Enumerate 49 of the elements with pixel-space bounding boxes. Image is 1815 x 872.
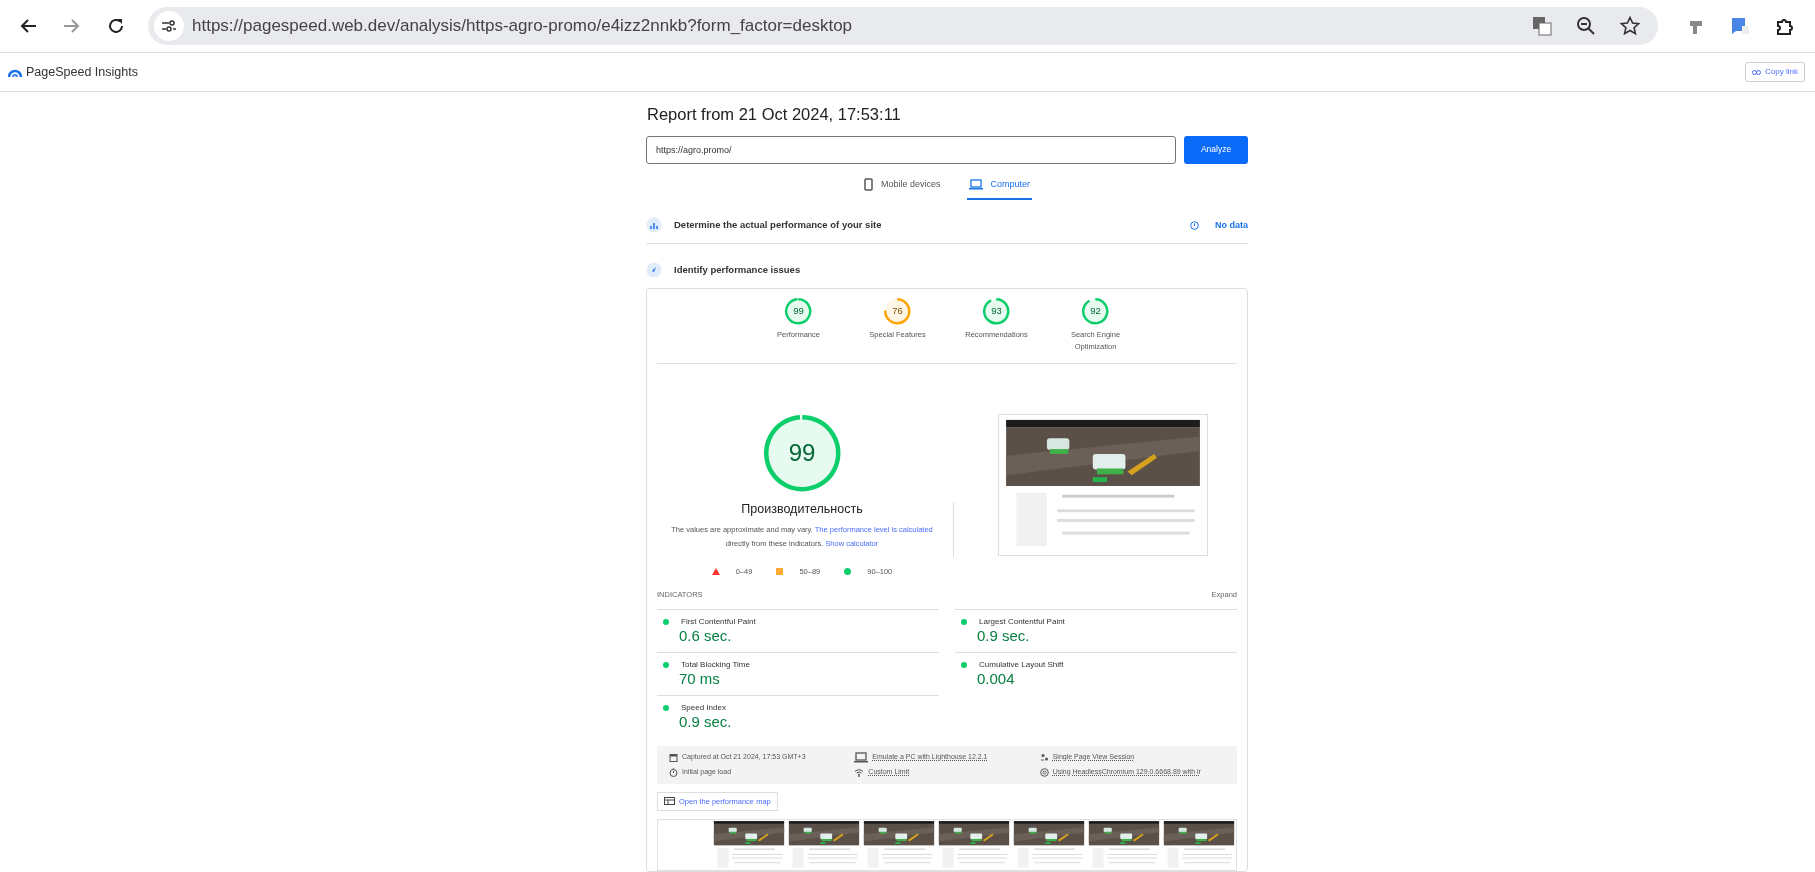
stopwatch-icon: [669, 767, 678, 777]
copy-link-button[interactable]: Copy link: [1745, 62, 1805, 82]
wifi-icon: [854, 767, 865, 777]
info-icon: [1190, 220, 1199, 230]
zoom-out-icon[interactable]: [1576, 16, 1596, 36]
app-title: PageSpeed Insights: [26, 63, 138, 81]
score-value: 93: [991, 306, 1002, 316]
address-bar[interactable]: https://pagespeed.web.dev/analysis/https-agro-promo/e4izz2nnkb?form_factor=desktop: [148, 7, 1658, 45]
metric-name: Total Blocking Time: [681, 658, 750, 671]
square-icon: [776, 568, 784, 576]
reload-icon: [107, 17, 125, 35]
link-icon: [1752, 69, 1762, 75]
calendar-icon: [669, 752, 678, 762]
analyze-button[interactable]: Analyze: [1184, 135, 1248, 164]
globe-icon: [1039, 767, 1049, 777]
puzzle-icon[interactable]: [1774, 16, 1794, 36]
table-icon: [664, 797, 675, 806]
score-value: 76: [892, 306, 903, 316]
section-title: Determine the actual performance of your site: [674, 218, 883, 233]
laptop-icon: [968, 178, 983, 190]
url-text: https://pagespeed.web.dev/analysis/https-agro-promo/e4izz2nnkb?form_factor=desktop: [192, 15, 854, 38]
device-tab[interactable]: Mobile devices: [861, 171, 943, 200]
metric-name: First Contentful Paint: [681, 615, 756, 628]
forward-arrow-icon: [63, 18, 81, 34]
circle-icon: [844, 568, 852, 576]
metric-value: 70 ms: [679, 670, 721, 686]
score-value: 99: [793, 306, 804, 316]
laptop-icon: [854, 751, 869, 763]
back-arrow-icon: [19, 18, 37, 34]
report-title: Report from 21 Oct 2024, 17:53:11: [647, 104, 902, 125]
metric-value: 0.6 sec.: [679, 627, 733, 643]
section-title: Identify performance issues: [674, 262, 802, 277]
triangle-icon: [711, 568, 720, 576]
metric-name: Speed Index: [681, 701, 726, 714]
metric-value: 0.9 sec.: [679, 713, 733, 729]
star-icon[interactable]: [1620, 16, 1640, 36]
url-field[interactable]: https://agro.promo/: [646, 135, 1176, 164]
score-value: 99: [788, 441, 816, 465]
metric-value: 0.9 sec.: [977, 627, 1031, 643]
device-tab[interactable]: Computer: [966, 171, 1032, 200]
status-text: No data: [1215, 218, 1248, 232]
metric-value: 0.004: [977, 670, 1016, 686]
settings-icon: [161, 19, 177, 33]
score-value: 92: [1090, 306, 1101, 316]
category-title: Производительность: [741, 501, 863, 519]
pointer-icon: [646, 261, 662, 278]
metric-name: Cumulative Layout Shift: [979, 658, 1064, 671]
phone-icon: [863, 177, 873, 191]
metric-name: Largest Contentful Paint: [979, 615, 1065, 628]
